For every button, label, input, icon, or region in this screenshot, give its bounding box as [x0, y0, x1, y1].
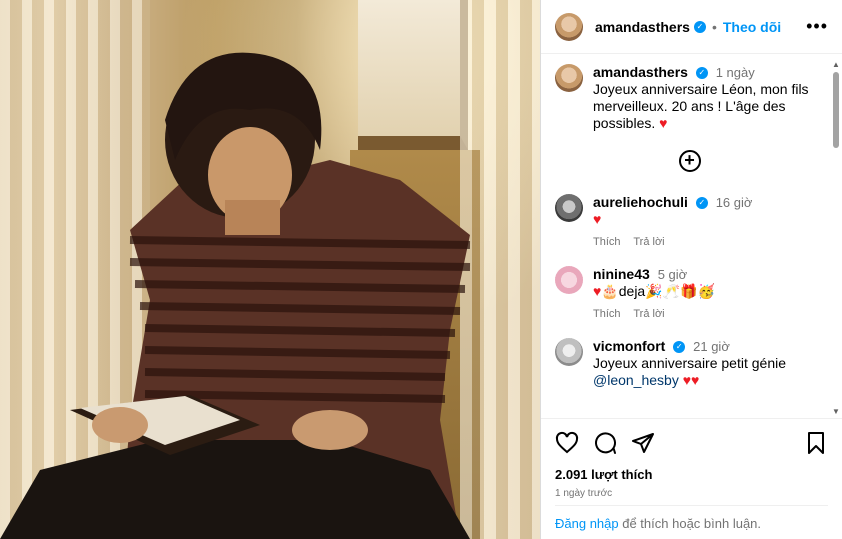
comment-username[interactable]: ninine43: [593, 266, 650, 282]
comment-text: Joyeux anniversaire petit génie: [593, 355, 787, 371]
share-plane-icon[interactable]: [631, 431, 655, 455]
comment-time[interactable]: 5 giờ: [658, 267, 688, 282]
login-prompt: Đăng nhập để thích hoặc bình luận.: [555, 505, 828, 531]
comment-time[interactable]: 21 giờ: [693, 339, 730, 354]
party-face-emoji-icon: 🥳: [697, 283, 715, 299]
caption: amandasthers ✓ 1 ngày Joyeux anniversair…: [555, 64, 824, 132]
comment-item: vicmonfort ✓ 21 giờ Joyeux anniversaire …: [555, 338, 824, 389]
action-bar: [555, 431, 828, 455]
like-comment-button[interactable]: Thích: [593, 308, 621, 320]
gift-emoji-icon: 🎁: [680, 283, 698, 299]
post-header: amandasthers ✓ • Theo dõi •••: [541, 0, 842, 54]
avatar[interactable]: [555, 266, 583, 294]
login-link[interactable]: Đăng nhập: [555, 516, 619, 531]
post-date[interactable]: 1 ngày trước: [555, 488, 828, 499]
load-more-comments-button[interactable]: +: [678, 150, 701, 172]
comment-username[interactable]: aureliehochuli: [593, 194, 688, 210]
save-bookmark-icon[interactable]: [804, 431, 828, 455]
more-options-icon[interactable]: •••: [806, 16, 828, 37]
avatar[interactable]: [555, 194, 583, 222]
verified-badge-icon: ✓: [695, 67, 708, 80]
verified-badge-icon: ✓: [695, 197, 708, 210]
verified-badge-icon: ✓: [693, 20, 706, 33]
comment-text: deja: [618, 283, 646, 299]
caption-username[interactable]: amandasthers: [593, 64, 688, 80]
heart-emoji-icon: ♥: [691, 372, 700, 388]
reply-button[interactable]: Trả lời: [633, 236, 664, 248]
mention-link[interactable]: @leon_hesby: [593, 372, 679, 388]
clinking-glasses-emoji-icon: 🥂: [662, 283, 681, 299]
heart-emoji-icon: ♥: [682, 372, 692, 388]
comments-list: amandasthers ✓ 1 ngày Joyeux anniversair…: [541, 54, 842, 418]
comment-username[interactable]: vicmonfort: [593, 338, 665, 354]
like-comment-button[interactable]: Thích: [593, 236, 621, 248]
scroll-thumb[interactable]: [833, 72, 839, 148]
cake-emoji-icon: 🎂: [601, 283, 619, 299]
reading-boy-figure: [0, 52, 471, 539]
load-more-row: +: [555, 150, 824, 172]
caption-text: Joyeux anniversaire Léon, mon fils merve…: [593, 81, 809, 131]
likes-count[interactable]: 2.091 lượt thích: [555, 467, 828, 482]
avatar[interactable]: [555, 64, 583, 92]
post-footer: 2.091 lượt thích 1 ngày trước: [541, 418, 842, 499]
scroll-up-arrow-icon[interactable]: ▲: [832, 60, 840, 69]
post-photo[interactable]: [0, 0, 540, 539]
reply-button[interactable]: Trả lời: [633, 308, 664, 320]
post-sidebar: amandasthers ✓ • Theo dõi ••• amandasthe…: [540, 0, 842, 539]
like-heart-icon[interactable]: [555, 431, 579, 455]
heart-emoji-icon: ♥: [593, 211, 602, 227]
verified-badge-icon: ✓: [673, 341, 686, 354]
follow-button[interactable]: Theo dõi: [723, 19, 781, 35]
comment-item: ninine43 5 giờ ♥🎂deja🎉🥂🎁🥳 Thích Trả lời: [555, 266, 824, 320]
header-username[interactable]: amandasthers: [595, 19, 690, 35]
party-popper-emoji-icon: 🎉: [645, 283, 663, 299]
avatar[interactable]: [555, 12, 583, 41]
scroll-down-arrow-icon[interactable]: ▼: [832, 407, 840, 416]
login-prompt-text: để thích hoặc bình luận.: [618, 516, 762, 531]
avatar[interactable]: [555, 338, 583, 366]
comment-time[interactable]: 16 giờ: [716, 195, 753, 210]
heart-emoji-icon: ♥: [659, 115, 668, 131]
instagram-post: amandasthers ✓ • Theo dõi ••• amandasthe…: [0, 0, 842, 539]
caption-time[interactable]: 1 ngày: [716, 65, 755, 80]
separator-dot: •: [711, 18, 717, 35]
comment-item: aureliehochuli ✓ 16 giờ ♥ Thích Trả lời: [555, 194, 824, 248]
comment-bubble-icon[interactable]: [593, 431, 617, 455]
comments-scrollbar[interactable]: ▲ ▼: [832, 60, 840, 416]
